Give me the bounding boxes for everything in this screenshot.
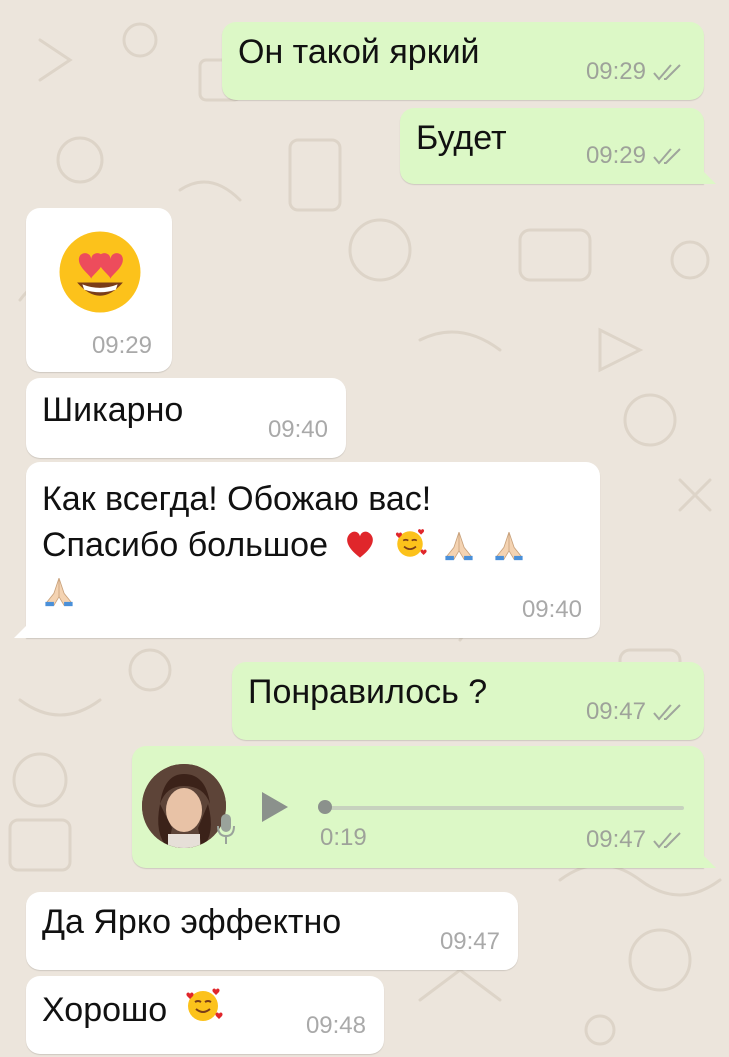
message-time: 09:40 — [521, 596, 582, 623]
message-text: Понравилось ? — [248, 673, 488, 711]
message-time: 09:29 — [585, 142, 646, 169]
red-heart-icon — [347, 531, 374, 558]
smiling-face-with-hearts-icon — [395, 529, 427, 557]
message-time: 09:48 — [305, 1012, 366, 1039]
microphone-icon — [217, 814, 235, 844]
message-incoming[interactable]: Как всегда! Обожаю вас! Спасибо большое … — [14, 462, 600, 638]
message-meta: 09:29 — [586, 142, 686, 170]
double-check-icon — [653, 832, 681, 849]
message-text: Да Ярко эффектно — [42, 903, 342, 941]
message-time: 09:29 — [585, 58, 646, 85]
message-text: Будет — [416, 119, 507, 157]
double-check-icon — [653, 64, 681, 81]
message-outgoing[interactable]: Понравилось ? 09:47 — [232, 662, 704, 740]
folded-hands-icon — [495, 531, 523, 561]
folded-hands-icon — [45, 577, 73, 607]
message-meta: 09:47 — [586, 698, 686, 726]
double-check-icon — [653, 148, 681, 165]
folded-hands-icon — [445, 531, 473, 561]
double-check-icon — [653, 704, 681, 721]
smiling-face-with-hearts-icon — [186, 988, 223, 1021]
message-line-with-emoji: Спасибо большое — [42, 522, 526, 568]
heart-eyes-face-icon — [59, 231, 141, 313]
message-time: 09:47 — [439, 928, 500, 955]
message-text: Хорошо — [42, 986, 223, 1031]
voice-message[interactable]: 0:19 09:47 — [132, 746, 716, 868]
message-line-emoji — [42, 568, 526, 614]
message-time: 09:47 — [585, 826, 646, 853]
message-meta: 09:48 — [306, 1012, 366, 1040]
voice-duration: 0:19 — [320, 824, 367, 851]
message-time: 09:40 — [267, 416, 328, 443]
play-icon[interactable] — [260, 790, 290, 824]
message-meta: 09:40 — [268, 416, 328, 444]
message-meta: 09:40 — [522, 596, 582, 624]
message-meta: 09:47 — [440, 928, 500, 956]
voice-progress-track[interactable] — [322, 806, 684, 810]
message-incoming[interactable]: Да Ярко эффектно 09:47 — [26, 892, 518, 970]
message-text: Шикарно — [42, 391, 184, 429]
message-meta: 09:29 — [92, 332, 152, 360]
message-outgoing[interactable]: Он такой яркий 09:29 — [222, 22, 704, 100]
message-incoming[interactable]: Шикарно 09:40 — [26, 378, 346, 458]
message-incoming-emoji[interactable]: 09:29 — [26, 208, 172, 372]
message-time: 09:29 — [91, 332, 152, 359]
message-text: Он такой яркий — [238, 33, 480, 71]
message-text: Как всегда! Обожаю вас! Спасибо большое — [42, 476, 526, 614]
message-time: 09:47 — [585, 698, 646, 725]
message-incoming[interactable]: Хорошо 09:48 — [26, 976, 384, 1054]
message-meta: 09:47 — [586, 826, 686, 854]
message-outgoing[interactable]: Будет 09:29 — [400, 108, 716, 184]
message-meta: 09:29 — [586, 58, 686, 86]
message-line: Как всегда! Обожаю вас! — [42, 480, 432, 518]
voice-progress-knob[interactable] — [318, 800, 332, 814]
sender-avatar — [142, 764, 226, 848]
